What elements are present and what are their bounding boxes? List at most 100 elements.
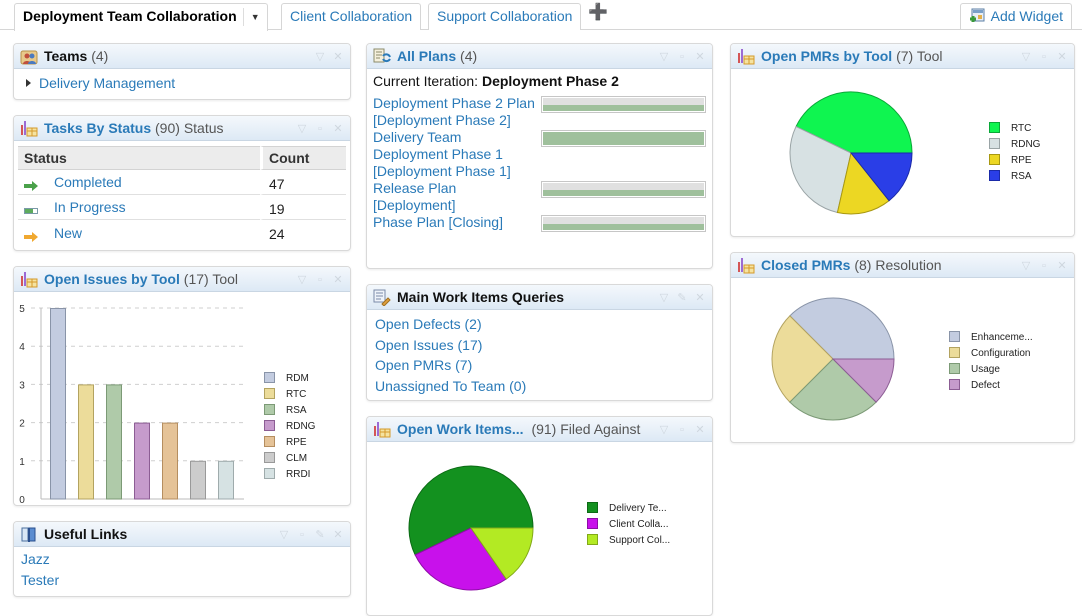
maximize-icon[interactable]: ▫ [296,529,308,541]
legend-swatch [587,518,598,529]
edit-icon[interactable]: ✎ [676,292,688,304]
work-done-fill [542,189,704,196]
tab-deployment-team-collaboration[interactable]: Deployment Team Collaboration ▼ [14,3,268,31]
maximize-icon[interactable]: ▫ [314,123,326,135]
close-icon[interactable]: ✕ [332,529,344,541]
legend-label: RTC [286,389,306,400]
query-open-issues[interactable]: Open Issues (17) [375,337,482,353]
tab-support-collaboration[interactable]: Support Collaboration [428,3,582,30]
legend-label: RDNG [1011,139,1041,150]
widget-title[interactable]: Closed PMRs [761,257,850,273]
legend-swatch [949,347,960,358]
close-icon[interactable]: ✕ [332,123,344,135]
add-widget-button[interactable]: Add Widget [959,3,1072,30]
bar-rdng[interactable] [134,422,150,500]
close-icon[interactable]: ✕ [694,51,706,63]
open-work-items-pie-chart: Delivery Te... Client Colla... Support Col… [408,465,670,591]
plan-link[interactable]: Deployment Phase 2 Plan [Deployment Phas… [373,95,539,129]
close-icon[interactable]: ✕ [1056,51,1068,63]
widget-subtitle: Tool [916,48,943,64]
widget-menu-icon[interactable]: ▽ [296,123,308,135]
status-link[interactable]: Completed [54,174,122,190]
tasks-by-status-widget: Tasks By Status (90) Status ▽ ▫ ✕ Status… [13,115,351,251]
maximize-icon[interactable]: ▫ [676,51,688,63]
close-icon[interactable]: ✕ [332,51,344,63]
edit-icon[interactable]: ✎ [314,529,326,541]
widget-count: (17) [183,271,209,287]
y-tick-label: 1 [19,457,25,468]
widget-menu-icon[interactable]: ▽ [658,51,670,63]
plus-icon[interactable]: ➕ [588,5,608,21]
column-header-status[interactable]: Status [18,146,260,170]
close-icon[interactable]: ✕ [1056,260,1068,272]
bar-rpe[interactable] [162,422,178,500]
widget-title[interactable]: Open PMRs by Tool [761,48,892,64]
widget-count: (4) [91,48,109,64]
widget-title[interactable]: Tasks By Status [44,120,151,136]
close-icon[interactable]: ✕ [694,424,706,436]
tab-client-collaboration[interactable]: Client Collaboration [281,3,422,30]
legend-swatch [264,420,275,431]
widget-menu-icon[interactable]: ▽ [1020,51,1032,63]
open-issues-widget: Open Issues by Tool (17) Tool ▽ ▫ ✕ 0 1 2 3… [13,266,351,506]
legend-swatch [989,138,1000,149]
close-icon[interactable]: ✕ [332,274,344,286]
legend-label: Configuration [971,348,1030,359]
bar-clm[interactable] [190,460,206,500]
widget-menu-icon[interactable]: ▽ [1020,260,1032,272]
status-link[interactable]: In Progress [54,199,126,215]
query-open-defects[interactable]: Open Defects (2) [375,316,482,332]
plan-progress-bar [540,181,706,198]
maximize-icon[interactable]: ▫ [314,274,326,286]
query-unassigned-to-team[interactable]: Unassigned To Team (0) [375,378,526,394]
close-icon[interactable]: ✕ [694,292,706,304]
widget-menu-icon[interactable]: ▽ [296,274,308,286]
y-tick-label: 0 [19,495,25,504]
bar-rtc[interactable] [78,384,94,500]
bar-rsa[interactable] [106,384,122,500]
maximize-icon[interactable]: ▫ [1038,51,1050,63]
widget-menu-icon[interactable]: ▽ [314,51,326,63]
legend-swatch [989,122,1000,133]
bar-rdm[interactable] [50,308,66,500]
open-work-items-widget: Open Work Items... (91) Filed Against ▽ … [366,416,713,616]
maximize-icon[interactable]: ▫ [676,424,688,436]
query-open-pmrs[interactable]: Open PMRs (7) [375,357,472,373]
legend-swatch [264,388,275,399]
widget-menu-icon[interactable]: ▽ [658,292,670,304]
plan-link[interactable]: Delivery Team Deployment Phase 1 [Deploy… [373,129,539,180]
status-link[interactable]: New [54,225,82,241]
expand-arrow-icon[interactable] [26,79,31,87]
chevron-down-icon[interactable]: ▼ [242,8,267,26]
y-tick-label: 2 [19,419,25,430]
team-tree-item[interactable]: Delivery Management [22,73,342,93]
link-tester[interactable]: Tester [21,572,59,588]
bar-rrdi[interactable] [218,460,234,500]
work-done-track [542,223,704,230]
y-tick-label: 3 [19,380,25,391]
plan-row: Delivery Team Deployment Phase 1 [Deploy… [373,129,706,180]
widget-title[interactable]: Open Work Items... [397,421,524,437]
plan-link[interactable]: Phase Plan [Closing] [373,214,539,231]
legend-swatch [989,154,1000,165]
plan-progress-bar [540,215,706,232]
widget-title[interactable]: All Plans [397,48,456,64]
widget-menu-icon[interactable]: ▽ [658,424,670,436]
team-link[interactable]: Delivery Management [39,75,175,91]
widget-count: (7) [896,48,914,64]
widget-header: Open PMRs by Tool (7) Tool ▽ ▫ ✕ [731,44,1074,69]
plan-link[interactable]: Release Plan [Deployment] [373,180,539,214]
work-done-fill [542,138,704,145]
legend-swatch [587,502,598,513]
open-pmrs-pie-chart: RTC RDNG RPE RSA [789,91,1041,215]
widget-header: Open Issues by Tool (17) Tool ▽ ▫ ✕ [14,267,350,292]
legend-swatch [264,452,275,463]
widget-title[interactable]: Open Issues by Tool [44,271,180,287]
link-jazz[interactable]: Jazz [21,551,50,567]
chart-icon [20,120,38,137]
column-header-count[interactable]: Count [260,146,346,170]
widget-menu-icon[interactable]: ▽ [278,529,290,541]
work-done-track [542,104,704,111]
maximize-icon[interactable]: ▫ [1038,260,1050,272]
plan-progress-bar [540,96,706,113]
